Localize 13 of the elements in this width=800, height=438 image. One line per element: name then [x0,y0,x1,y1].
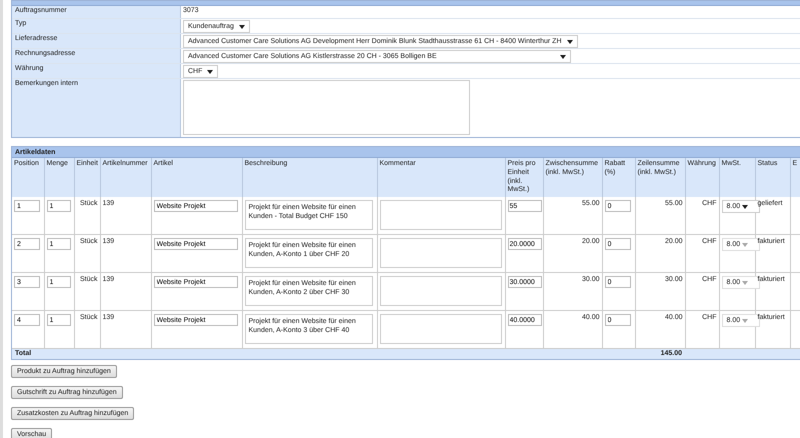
comment-field[interactable] [380,276,502,306]
caret-icon [238,24,245,28]
caret-icon [742,318,748,322]
caret-icon [560,54,566,58]
comment-field[interactable] [380,238,502,268]
comment-field[interactable] [380,314,502,344]
caret-icon [742,242,748,246]
caret-icon [742,280,748,284]
comment-field[interactable] [380,200,502,230]
notes-field[interactable] [183,80,470,135]
caret-icon [566,40,572,44]
caret-icon [742,204,748,208]
caret-icon [207,70,214,74]
